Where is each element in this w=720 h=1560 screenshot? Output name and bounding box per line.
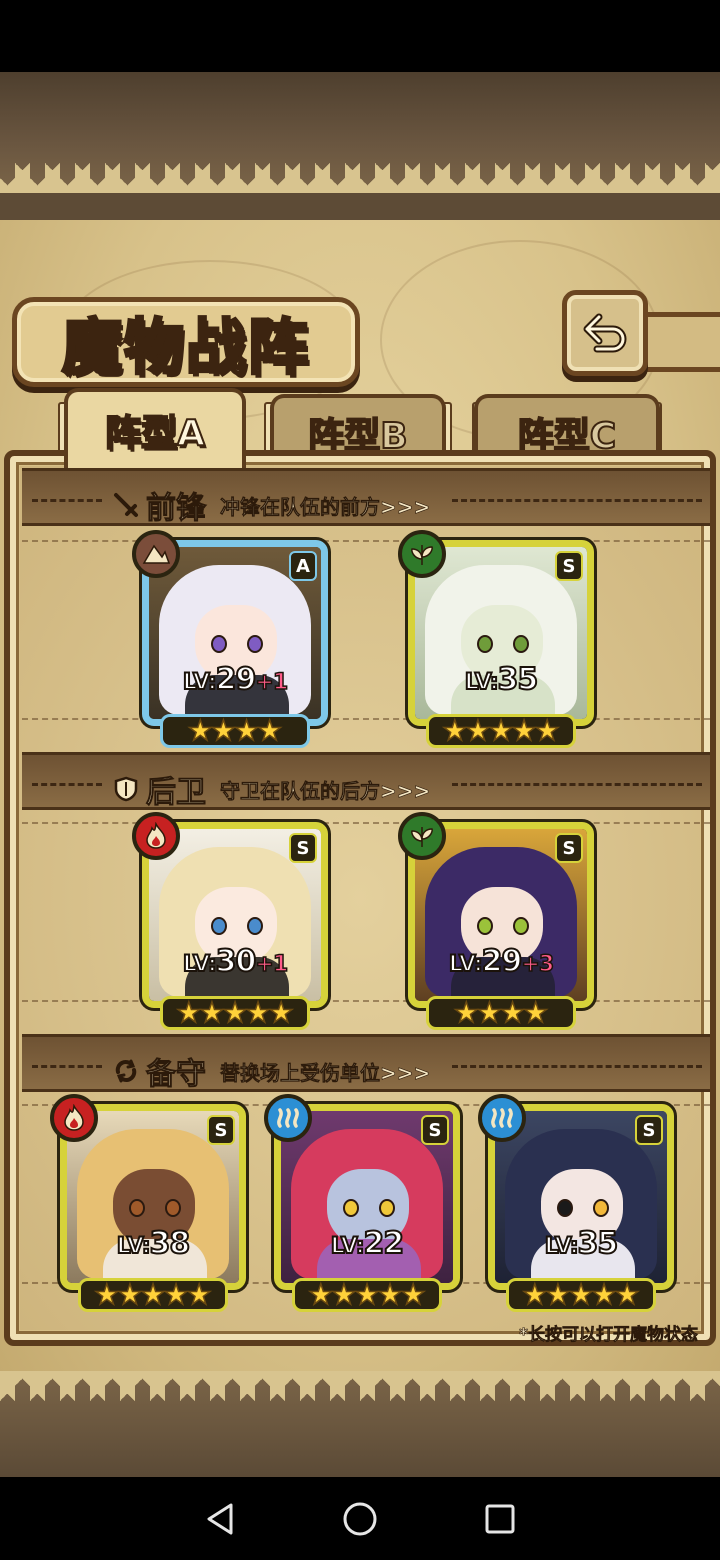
leaf-element-icon	[398, 812, 446, 860]
unit-card-reserve-3[interactable]: S LV:35 ★ ★ ★ ★ ★	[478, 1094, 674, 1312]
back-button[interactable]	[562, 290, 648, 376]
title-banner: 魔物战阵	[12, 297, 360, 387]
section-title-rearguard: 后卫	[146, 775, 207, 811]
star-icon: ★	[441, 714, 468, 747]
formation-panel: 前锋 冲锋在队伍的前方>>> A LV:29+1 ★ ★ ★ ★ S LV:35…	[4, 450, 716, 1346]
unit-level: LV:29+1	[182, 661, 289, 698]
star-icon: ★	[465, 714, 492, 747]
tab-label: 阵型A	[104, 412, 206, 455]
unit-card-rearguard-2[interactable]: S LV:29+3 ★ ★ ★ ★	[398, 812, 594, 1030]
section-title-reserve: 备守	[146, 1057, 207, 1093]
star-icon: ★	[534, 714, 561, 747]
nav-back-button[interactable]	[200, 1499, 240, 1539]
star-icon: ★	[591, 1278, 618, 1311]
unit-level: LV:29+3	[448, 943, 555, 980]
nav-recents-button[interactable]	[480, 1499, 520, 1539]
section-desc-reserve: 替换场上受伤单位>>>	[220, 1060, 431, 1085]
return-arrow-icon	[583, 313, 627, 353]
system-nav-bar	[0, 1477, 720, 1560]
star-icon: ★	[511, 714, 538, 747]
star-icon: ★	[521, 1278, 548, 1311]
star-icon: ★	[163, 1278, 190, 1311]
star-icon: ★	[117, 1278, 144, 1311]
game-screen: 魔物战阵 阵型B 阵型C 前锋 冲锋在队伍的前方>>> A LV:29+1 ★ …	[0, 72, 720, 1477]
star-rating: ★ ★ ★ ★ ★	[160, 996, 310, 1030]
star-icon: ★	[256, 714, 283, 747]
star-rating: ★ ★ ★ ★	[160, 714, 310, 748]
nav-home-button[interactable]	[340, 1499, 380, 1539]
section-band-reserve: 备守 替换场上受伤单位>>>	[22, 1034, 710, 1093]
leaf-element-icon	[398, 530, 446, 578]
star-icon: ★	[545, 1278, 572, 1311]
star-icon: ★	[499, 996, 526, 1029]
star-icon: ★	[476, 996, 503, 1029]
star-icon: ★	[453, 996, 480, 1029]
rarity-badge: A	[289, 551, 317, 581]
star-icon: ★	[331, 1278, 358, 1311]
nav-back-icon	[207, 1503, 233, 1534]
unit-level: LV:35	[464, 661, 540, 698]
status-bar	[0, 0, 720, 72]
nav-home-icon	[343, 1502, 377, 1535]
unit-card-reserve-1[interactable]: S LV:38 ★ ★ ★ ★ ★	[50, 1094, 246, 1312]
star-icon: ★	[210, 714, 237, 747]
unit-level: LV:35	[544, 1225, 620, 1262]
section-desc-rearguard: 守卫在队伍的后方>>>	[220, 778, 431, 803]
star-icon: ★	[377, 1278, 404, 1311]
section-title-vanguard: 前锋	[146, 491, 207, 527]
star-icon: ★	[186, 1278, 213, 1311]
swap-icon	[112, 1057, 140, 1085]
star-icon: ★	[354, 1278, 381, 1311]
unit-level: LV:22	[330, 1225, 406, 1262]
star-rating: ★ ★ ★ ★ ★	[426, 714, 576, 748]
star-icon: ★	[400, 1278, 427, 1311]
water-element-icon	[478, 1094, 526, 1142]
star-icon: ★	[307, 1278, 334, 1311]
star-rating: ★ ★ ★ ★ ★	[506, 1278, 656, 1312]
unit-card-rearguard-1[interactable]: S LV:30+1 ★ ★ ★ ★ ★	[132, 812, 328, 1030]
rarity-badge: S	[555, 833, 583, 863]
rarity-badge: S	[421, 1115, 449, 1145]
unit-level: LV:30+1	[182, 943, 289, 980]
star-icon: ★	[568, 1278, 595, 1311]
star-icon: ★	[245, 996, 272, 1029]
star-icon: ★	[268, 996, 295, 1029]
fire-element-icon	[50, 1094, 98, 1142]
star-icon: ★	[199, 996, 226, 1029]
star-icon: ★	[93, 1278, 120, 1311]
star-icon: ★	[187, 714, 214, 747]
unit-card-reserve-2[interactable]: S LV:22 ★ ★ ★ ★ ★	[264, 1094, 460, 1312]
map-backdrop-bottom	[0, 1371, 720, 1477]
unit-card-vanguard-1[interactable]: A LV:29+1 ★ ★ ★ ★	[132, 530, 328, 748]
star-icon: ★	[233, 714, 260, 747]
rarity-badge: S	[289, 833, 317, 863]
star-icon: ★	[488, 714, 515, 747]
fire-element-icon	[132, 812, 180, 860]
star-rating: ★ ★ ★ ★ ★	[292, 1278, 442, 1312]
star-icon: ★	[140, 1278, 167, 1311]
earth-element-icon	[132, 530, 180, 578]
water-element-icon	[264, 1094, 312, 1142]
rarity-badge: S	[207, 1115, 235, 1145]
unit-card-vanguard-2[interactable]: S LV:35 ★ ★ ★ ★ ★	[398, 530, 594, 748]
star-rating: ★ ★ ★ ★	[426, 996, 576, 1030]
unit-level: LV:38	[116, 1225, 192, 1262]
section-band-vanguard: 前锋 冲锋在队伍的前方>>>	[22, 468, 710, 527]
nav-recents-icon	[485, 1504, 515, 1533]
star-icon: ★	[614, 1278, 641, 1311]
section-band-rearguard: 后卫 守卫在队伍的后方>>>	[22, 752, 710, 811]
section-desc-vanguard: 冲锋在队伍的前方>>>	[220, 494, 431, 519]
star-rating: ★ ★ ★ ★ ★	[78, 1278, 228, 1312]
star-icon: ★	[222, 996, 249, 1029]
long-press-hint: *长按可以打开魔物状态	[519, 1325, 698, 1346]
page-title: 魔物战阵	[61, 311, 310, 384]
tab-formation-a[interactable]: 阵型A	[64, 388, 246, 468]
star-icon: ★	[175, 996, 202, 1029]
map-backdrop-top	[0, 72, 720, 193]
star-icon: ★	[522, 996, 549, 1029]
sword-icon	[112, 491, 140, 519]
rarity-badge: S	[635, 1115, 663, 1145]
shield-icon	[112, 775, 140, 803]
rarity-badge: S	[555, 551, 583, 581]
